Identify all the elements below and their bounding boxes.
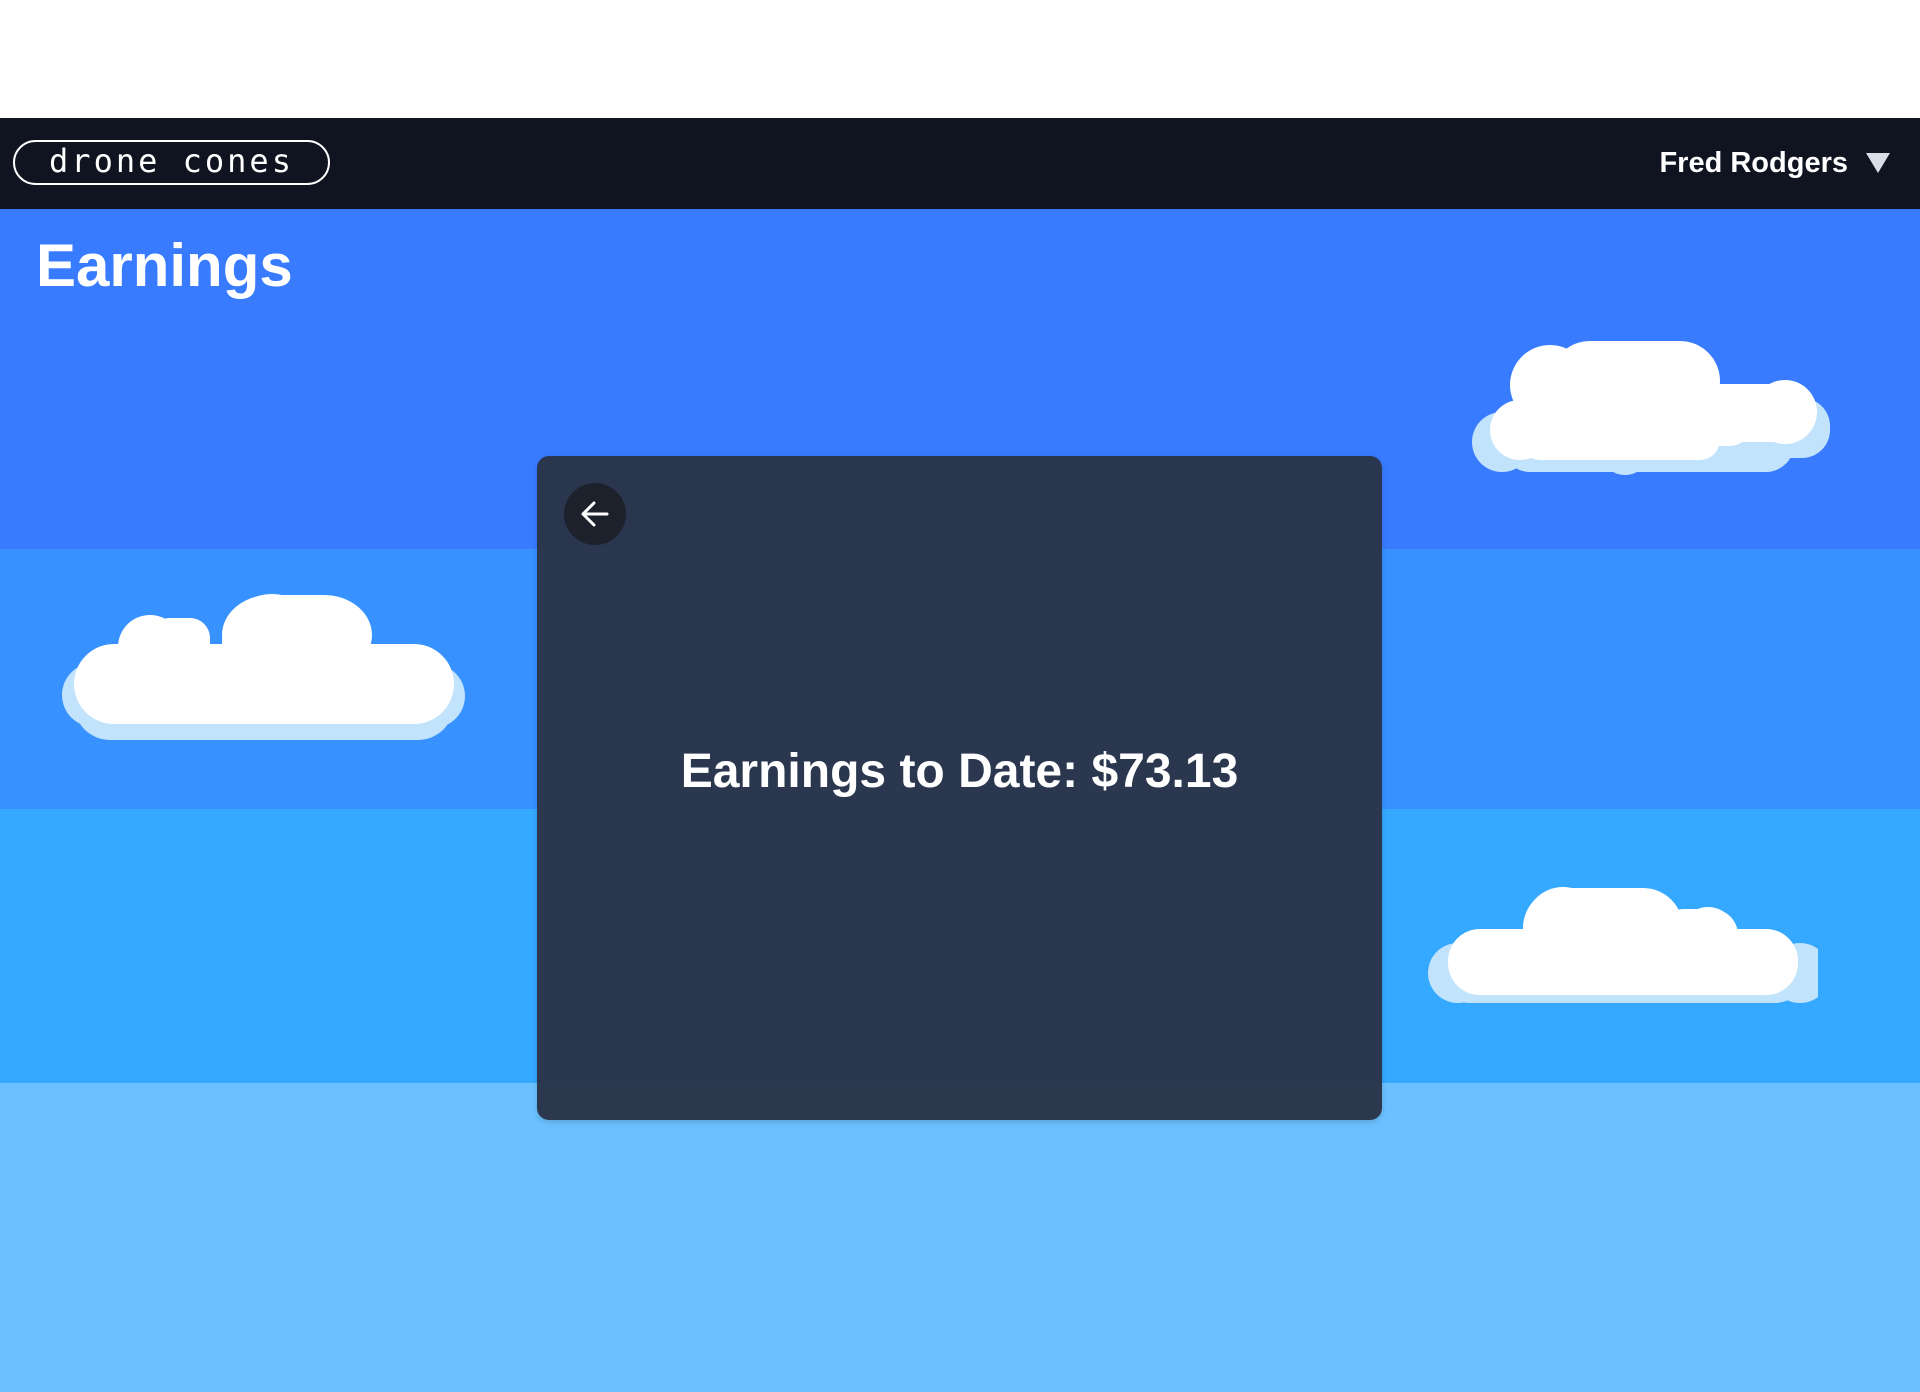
- earnings-amount: $73.13: [1091, 745, 1239, 798]
- top-blank-area: [0, 0, 1920, 118]
- cloud-left: [62, 594, 465, 740]
- earnings-to-date: Earnings to Date: $73.13: [537, 742, 1382, 802]
- back-button[interactable]: [564, 483, 626, 545]
- user-menu[interactable]: Fred Rodgers: [1659, 140, 1890, 186]
- drone-cones-logo[interactable]: drone cones: [13, 140, 330, 185]
- cloud-bottom-right: [1428, 887, 1818, 1003]
- caret-down-icon[interactable]: [1866, 153, 1890, 173]
- arrow-left-icon: [581, 501, 609, 527]
- user-name[interactable]: Fred Rodgers: [1659, 147, 1848, 180]
- page-title: Earnings: [36, 232, 293, 299]
- earnings-label: Earnings to Date:: [680, 745, 1079, 798]
- cloud-top-right: [1472, 341, 1830, 475]
- sky-band-4: [0, 1083, 1920, 1392]
- page: drone cones Fred Rodgers Earnings Earnin…: [0, 0, 1920, 1392]
- top-navbar: drone cones Fred Rodgers: [0, 118, 1920, 209]
- earnings-card: Earnings to Date: $73.13: [537, 456, 1382, 1120]
